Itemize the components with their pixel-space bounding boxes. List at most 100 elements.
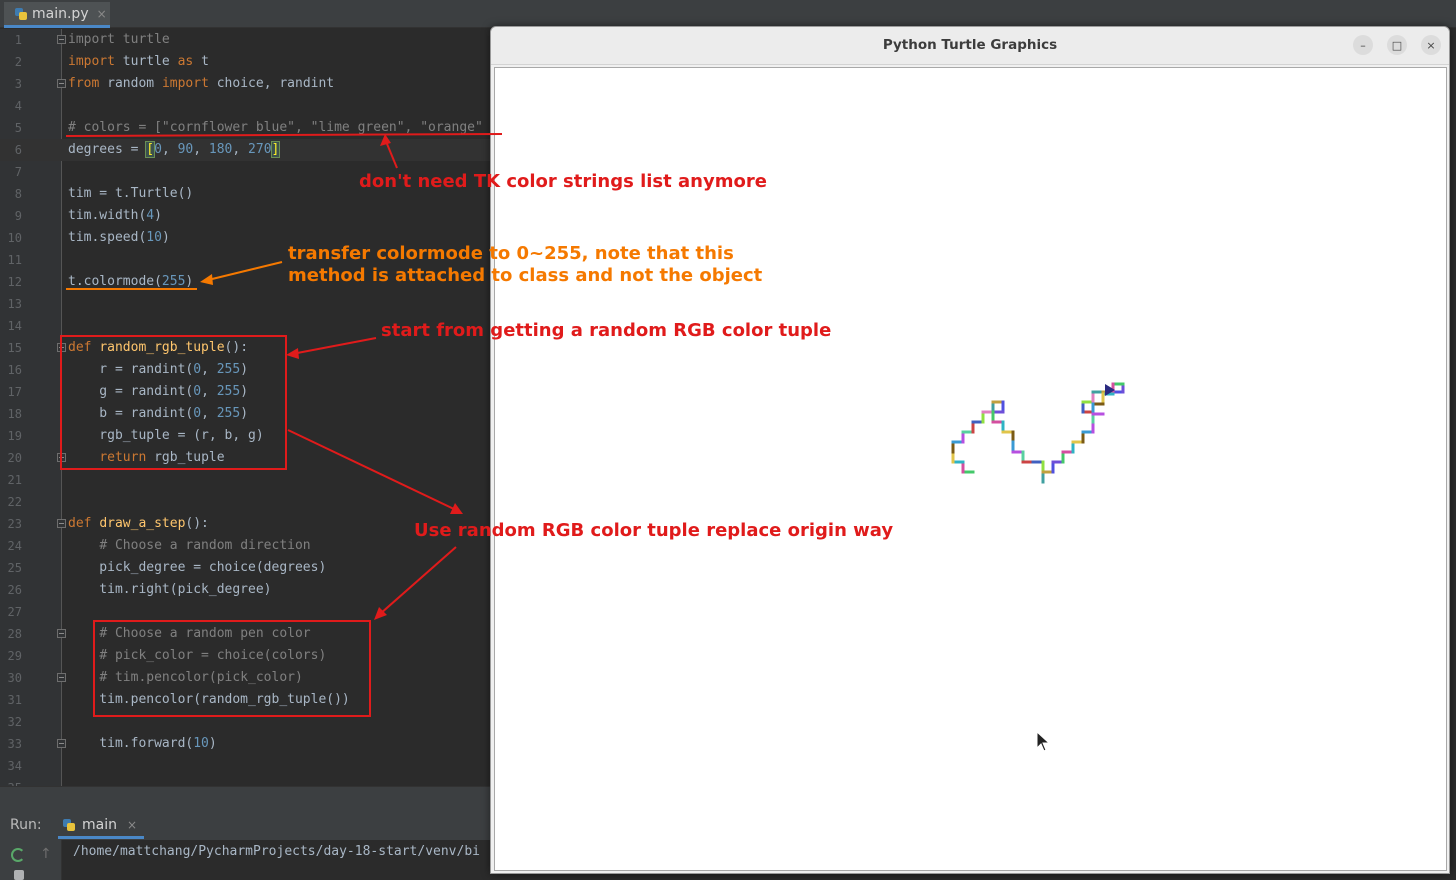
code-line[interactable]: 18 b = randint(0, 255)	[0, 403, 490, 425]
line-number: 25	[7, 561, 22, 575]
code-line[interactable]: 31 tim.pencolor(random_rgb_tuple())	[0, 689, 490, 711]
code-text: def draw_a_step():	[68, 516, 209, 531]
code-line[interactable]: 2 import turtle as t	[0, 51, 490, 73]
turtle-graphics-window[interactable]: Python Turtle Graphics – □ ×	[490, 26, 1450, 874]
code-text: # Choose a random pen color	[99, 626, 311, 641]
line-number: 11	[7, 253, 22, 267]
line-number: 22	[7, 495, 22, 509]
tab-label: main.py	[32, 5, 89, 22]
code-line[interactable]: 30 # tim.pencolor(pick_color)	[0, 667, 490, 689]
line-number: 35	[0, 777, 22, 786]
code-line[interactable]: 28 # Choose a random pen color	[0, 623, 490, 645]
wrench-icon[interactable]	[14, 870, 24, 880]
code-line[interactable]: 26 tim.right(pick_degree)	[0, 579, 490, 601]
mouse-pointer-icon	[1036, 730, 1051, 752]
code-line[interactable]: 29 # pick_color = choice(colors)	[0, 645, 490, 667]
line-number: 19	[7, 429, 22, 443]
minimize-button[interactable]: –	[1353, 35, 1373, 55]
code-line[interactable]: 6 degrees = [0, 90, 180, 270]	[0, 139, 490, 161]
code-line[interactable]: 9 tim.width(4)	[0, 205, 490, 227]
code-line[interactable]: 5 # colors = ["cornflower blue", "lime gr…	[0, 117, 490, 139]
line-number: 34	[7, 759, 22, 773]
code-line[interactable]: 17 g = randint(0, 255)	[0, 381, 490, 403]
line-number: 5	[14, 121, 22, 135]
line-number: 4	[14, 99, 22, 113]
arrow-up-icon[interactable]: ↑	[40, 846, 52, 862]
line-number: 17	[7, 385, 22, 399]
code-line[interactable]: 35	[0, 777, 490, 786]
line-number: 15	[7, 341, 22, 355]
code-text: r = randint(0, 255)	[68, 362, 249, 377]
code-editor[interactable]: 1 import turtle 2 import turtle as t 3 from r…	[0, 29, 490, 786]
code-line[interactable]: 27	[0, 601, 490, 623]
fold-marker-icon[interactable]	[57, 453, 66, 462]
line-number: 31	[7, 693, 22, 707]
code-line[interactable]: 25 pick_degree = choice(degrees)	[0, 557, 490, 579]
code-line[interactable]: 16 r = randint(0, 255)	[0, 359, 490, 381]
run-tab-label: main	[82, 816, 117, 833]
code-text: # colors = ["cornflower blue", "lime gre…	[68, 120, 483, 135]
line-number: 9	[14, 209, 22, 223]
rerun-icon[interactable]	[11, 848, 25, 862]
fold-marker-icon[interactable]	[57, 739, 66, 748]
close-icon: ×	[1426, 38, 1436, 52]
line-number: 13	[7, 297, 22, 311]
fold-marker-icon[interactable]	[57, 519, 66, 528]
code-line[interactable]: 33 tim.forward(10)	[0, 733, 490, 755]
code-line[interactable]: 1 import turtle	[0, 29, 490, 51]
tab-close-icon[interactable]: ×	[97, 7, 107, 21]
fold-marker-icon[interactable]	[57, 79, 66, 88]
code-line[interactable]: 21	[0, 469, 490, 491]
line-number: 2	[14, 55, 22, 69]
maximize-icon: □	[1391, 38, 1403, 52]
code-line[interactable]: 3 from random import choice, randint	[0, 73, 490, 95]
fold-marker-icon[interactable]	[57, 35, 66, 44]
code-line[interactable]: 22	[0, 491, 490, 513]
run-console[interactable]: /home/mattchang/PycharmProjects/day-18-s…	[62, 840, 490, 880]
fold-marker-icon[interactable]	[57, 629, 66, 638]
run-tab-main[interactable]: main ×	[58, 813, 144, 839]
tab-main-py[interactable]: main.py ×	[4, 2, 110, 28]
line-number: 18	[7, 407, 22, 421]
line-number: 1	[14, 33, 22, 47]
code-line[interactable]: 19 rgb_tuple = (r, b, g)	[0, 425, 490, 447]
line-number: 16	[7, 363, 22, 377]
code-text: tim.forward(10)	[68, 736, 217, 751]
code-text: tim.width(4)	[68, 208, 162, 223]
code-line[interactable]: 20 return rgb_tuple	[0, 447, 490, 469]
code-text: # Choose a random direction	[99, 538, 311, 553]
line-number: 8	[14, 187, 22, 201]
code-text: import turtle as t	[68, 54, 209, 69]
code-line[interactable]: 34	[0, 755, 490, 777]
code-line[interactable]: 4	[0, 95, 490, 117]
code-text: rgb_tuple = (r, b, g)	[68, 428, 264, 443]
code-text: degrees = [0, 90, 180, 270]	[68, 141, 281, 158]
code-text: pick_degree = choice(degrees)	[68, 560, 327, 575]
maximize-button[interactable]: □	[1387, 35, 1407, 55]
minimize-icon: –	[1360, 38, 1366, 52]
window-titlebar[interactable]: Python Turtle Graphics – □ ×	[491, 27, 1449, 65]
run-label: Run:	[10, 817, 42, 833]
annotation-note-colors: don't need TK color strings list anymore	[359, 171, 767, 192]
fold-marker-icon[interactable]	[57, 343, 66, 352]
code-line[interactable]: 32	[0, 711, 490, 733]
line-number: 7	[14, 165, 22, 179]
line-number: 27	[7, 605, 22, 619]
run-panel: Run: main × ↑ /home/mattchang/PycharmPro…	[0, 786, 490, 880]
line-number: 23	[7, 517, 22, 531]
run-tab-close-icon[interactable]: ×	[127, 818, 137, 832]
line-number: 28	[7, 627, 22, 641]
code-line[interactable]: 13	[0, 293, 490, 315]
code-text: t.colormode(255)	[68, 274, 194, 289]
annotation-note-replace: Use random RGB color tuple replace origi…	[414, 520, 894, 541]
line-number: 30	[7, 671, 22, 685]
line-number: 12	[7, 275, 22, 289]
code-text: # pick_color = choice(colors)	[99, 648, 327, 663]
code-text: # tim.pencolor(pick_color)	[99, 670, 303, 685]
close-button[interactable]: ×	[1421, 35, 1441, 55]
line-number: 10	[7, 231, 22, 245]
line-number: 21	[7, 473, 22, 487]
line-number: 6	[14, 143, 22, 157]
line-number: 29	[7, 649, 22, 663]
fold-marker-icon[interactable]	[57, 673, 66, 682]
